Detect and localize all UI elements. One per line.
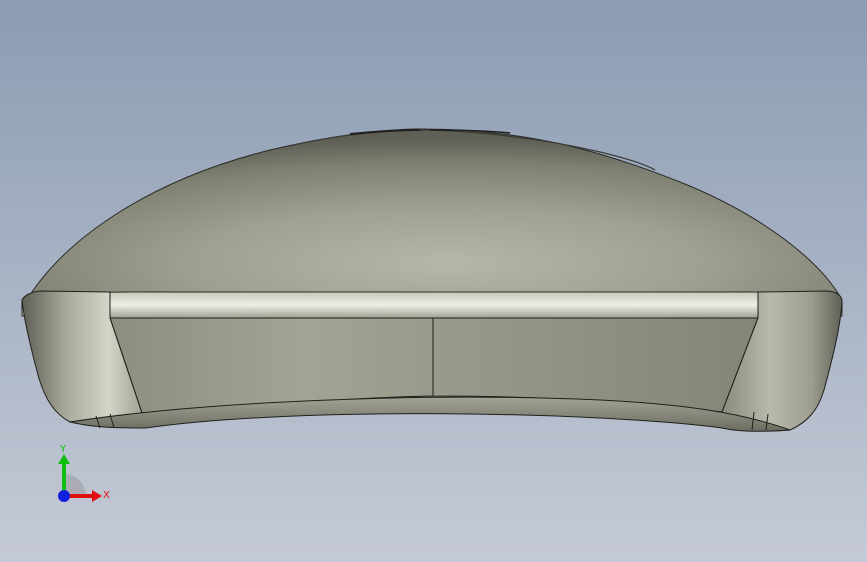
z-axis-dot	[58, 490, 70, 502]
rim-highlight-band	[21, 291, 843, 319]
cad-graphics-viewport[interactable]: Y X	[0, 0, 867, 562]
y-axis-arrowhead	[58, 454, 70, 464]
mouse-model-front-view[interactable]	[0, 0, 867, 562]
x-axis-arrowhead	[92, 490, 102, 502]
reference-triad: Y X	[58, 444, 110, 502]
x-axis-label: X	[103, 490, 110, 501]
y-axis-label: Y	[59, 444, 67, 455]
